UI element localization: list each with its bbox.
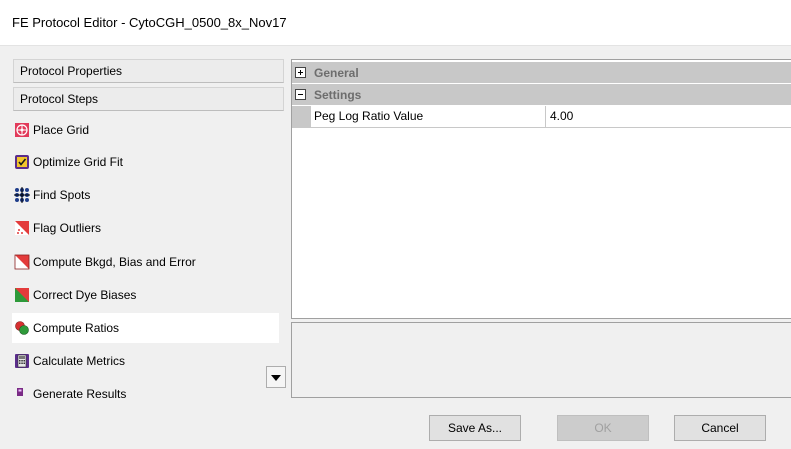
step-compute-ratios[interactable]: Compute Ratios	[12, 313, 279, 343]
step-label: Calculate Metrics	[33, 354, 126, 368]
optimize-grid-icon	[14, 154, 30, 170]
property-row[interactable]: Peg Log Ratio Value 4.00	[292, 106, 791, 128]
step-label: Compute Bkgd, Bias and Error	[33, 255, 196, 269]
flag-outliers-icon	[14, 220, 30, 236]
save-as-button[interactable]: Save As...	[429, 415, 521, 441]
scroll-down-button[interactable]	[266, 366, 286, 388]
category-label: General	[314, 65, 359, 80]
step-label: Optimize Grid Fit	[33, 155, 124, 169]
step-place-grid[interactable]: Place Grid	[12, 115, 279, 145]
step-flag-outliers[interactable]: Flag Outliers	[12, 213, 279, 243]
category-settings[interactable]: Settings	[292, 84, 791, 105]
category-label: Settings	[314, 87, 362, 102]
step-label: Generate Results	[33, 387, 127, 399]
compute-ratios-icon	[14, 320, 30, 336]
protocol-steps-button[interactable]: Protocol Steps	[13, 87, 284, 111]
row-gutter	[292, 106, 311, 128]
step-label: Flag Outliers	[33, 221, 102, 235]
step-label: Place Grid	[33, 123, 90, 137]
protocol-steps-label: Protocol Steps	[20, 92, 99, 106]
step-label: Compute Ratios	[33, 321, 120, 335]
property-grid: General Settings Peg Log Ratio Value 4.0…	[291, 59, 791, 319]
step-calculate-metrics[interactable]: Calculate Metrics	[12, 346, 279, 376]
correct-dye-icon	[14, 287, 30, 303]
step-label: Correct Dye Biases	[33, 288, 137, 302]
property-value[interactable]: 4.00	[546, 106, 791, 128]
cancel-button[interactable]: Cancel	[674, 415, 766, 441]
step-label: Find Spots	[33, 188, 91, 202]
calculate-metrics-icon	[14, 353, 30, 369]
find-spots-icon	[14, 187, 30, 203]
ok-button[interactable]: OK	[557, 415, 649, 441]
title-bar: FE Protocol Editor - CytoCGH_0500_8x_Nov…	[0, 0, 791, 46]
step-correct-dye-biases[interactable]: Correct Dye Biases	[12, 280, 279, 310]
step-compute-bkgd-bias-error[interactable]: Compute Bkgd, Bias and Error	[12, 247, 279, 277]
step-find-spots[interactable]: Find Spots	[12, 180, 279, 210]
protocol-properties-button[interactable]: Protocol Properties	[13, 59, 284, 83]
description-pane	[291, 322, 791, 398]
category-general[interactable]: General	[292, 62, 791, 83]
place-grid-icon	[14, 122, 30, 138]
generate-results-icon	[14, 386, 30, 399]
window-title: FE Protocol Editor - CytoCGH_0500_8x_Nov…	[12, 15, 287, 30]
protocol-steps-panel: Protocol Properties Protocol Steps Place…	[9, 57, 287, 399]
step-optimize-grid-fit[interactable]: Optimize Grid Fit	[12, 147, 279, 177]
collapse-icon[interactable]	[295, 89, 306, 100]
chevron-down-icon	[271, 370, 281, 384]
protocol-properties-label: Protocol Properties	[20, 64, 123, 78]
step-generate-results[interactable]: Generate Results	[12, 379, 279, 399]
expand-icon[interactable]	[295, 67, 306, 78]
property-name: Peg Log Ratio Value	[311, 106, 546, 128]
compute-bkgd-icon	[14, 254, 30, 270]
